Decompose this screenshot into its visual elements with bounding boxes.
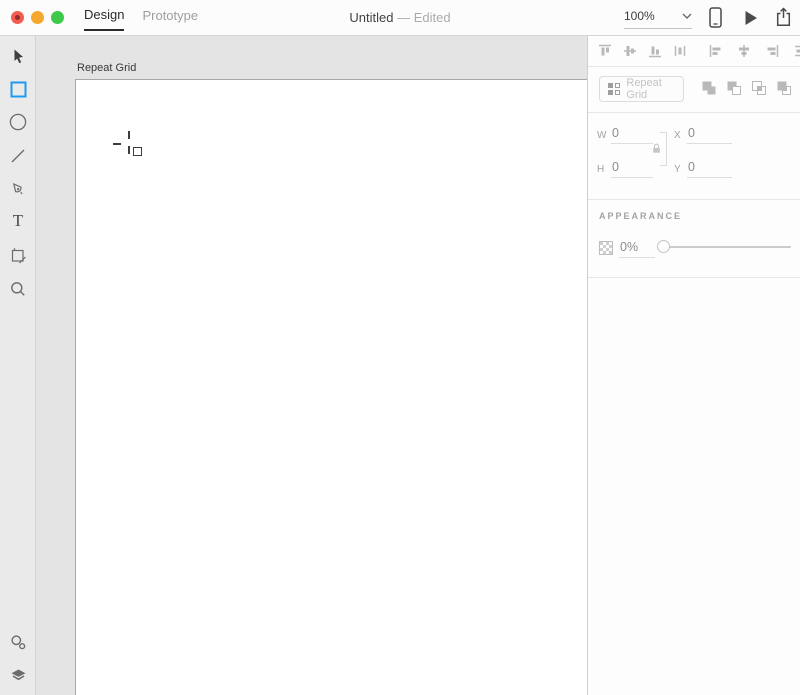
appearance-header: APPEARANCE xyxy=(599,211,683,221)
align-middle-button[interactable] xyxy=(623,44,637,58)
assets-button[interactable] xyxy=(9,633,27,651)
ellipse-tool-button[interactable] xyxy=(9,113,27,131)
ellipse-tool-icon xyxy=(9,113,27,131)
alignment-section xyxy=(588,36,800,67)
x-input[interactable] xyxy=(687,126,732,144)
assets-icon xyxy=(11,635,26,650)
property-inspector: Repeat Grid W 0 X 0 H 0 Y 0 APPEARANCE 0… xyxy=(587,36,800,695)
align-center-button[interactable] xyxy=(737,44,751,58)
repeat-grid-button-label: Repeat Grid xyxy=(626,77,662,101)
boolean-add-button[interactable] xyxy=(701,80,717,96)
repeat-grid-icon xyxy=(608,83,620,95)
line-tool-button[interactable] xyxy=(9,147,27,165)
traffic-lights xyxy=(11,11,64,24)
aspect-lock-toggle[interactable] xyxy=(651,143,662,154)
width-label: W xyxy=(597,130,607,141)
tool-rail: T xyxy=(0,36,36,695)
appearance-section: APPEARANCE xyxy=(588,200,800,278)
align-bottom-icon xyxy=(649,46,661,58)
opacity-input[interactable] xyxy=(619,240,655,258)
opacity-checker-icon xyxy=(599,241,613,255)
transform-section: W X H Y xyxy=(588,113,800,200)
share-button[interactable] xyxy=(776,7,791,27)
layers-icon xyxy=(11,669,25,680)
text-tool-icon: T xyxy=(12,211,24,230)
title-bar: Design Prototype Untitled — Edited 100% xyxy=(0,0,800,36)
width-input[interactable] xyxy=(611,126,653,144)
boolean-ops-group xyxy=(701,80,792,96)
distribute-horizontal-button[interactable] xyxy=(673,44,687,58)
tab-prototype[interactable]: Prototype xyxy=(142,0,198,31)
boolean-subtract-icon xyxy=(727,81,741,95)
boolean-intersect-icon xyxy=(752,81,766,95)
align-right-button[interactable] xyxy=(765,44,779,58)
boolean-intersect-button[interactable] xyxy=(751,80,767,96)
device-preview-icon xyxy=(709,7,722,28)
rectangle-tool-icon xyxy=(10,81,26,97)
zoom-tool-button[interactable] xyxy=(9,280,27,298)
zoom-level: 100% xyxy=(624,9,655,23)
distribute-vertical-icon xyxy=(795,45,800,57)
play-button[interactable] xyxy=(744,10,758,26)
align-middle-icon xyxy=(624,46,636,56)
artboard[interactable] xyxy=(75,79,587,695)
line-tool-icon xyxy=(11,149,25,163)
distribute-horizontal-icon xyxy=(674,46,686,56)
pen-tool-icon xyxy=(12,182,23,195)
repeat-grid-section: Repeat Grid xyxy=(588,67,800,113)
document-name: Untitled xyxy=(349,10,394,25)
y-input[interactable] xyxy=(687,160,732,178)
distribute-vertical-button[interactable] xyxy=(793,44,800,58)
align-left-icon xyxy=(709,45,721,57)
select-tool-button[interactable] xyxy=(9,47,27,65)
zoom-tool-icon xyxy=(11,282,25,296)
fullscreen-button[interactable] xyxy=(51,11,64,24)
zoom-dropdown[interactable]: 100% xyxy=(624,9,692,29)
layers-button[interactable] xyxy=(9,666,27,684)
device-preview-button[interactable] xyxy=(709,7,722,28)
artboard-tool-button[interactable] xyxy=(9,246,27,264)
align-top-button[interactable] xyxy=(598,44,612,58)
opacity-slider-track[interactable] xyxy=(664,246,791,248)
share-icon xyxy=(776,7,791,27)
x-label: X xyxy=(674,130,681,141)
pen-tool-button[interactable] xyxy=(9,180,27,198)
boolean-subtract-button[interactable] xyxy=(726,80,742,96)
boolean-add-icon xyxy=(702,81,716,95)
opacity-slider-handle[interactable] xyxy=(657,240,670,253)
rectangle-tool-button[interactable] xyxy=(9,80,27,98)
boolean-exclude-icon xyxy=(777,81,791,95)
align-left-button[interactable] xyxy=(709,44,723,58)
minimize-button[interactable] xyxy=(31,11,44,24)
align-bottom-button[interactable] xyxy=(648,44,662,58)
artboard-label[interactable]: Repeat Grid xyxy=(77,62,136,74)
height-input[interactable] xyxy=(611,160,653,178)
close-button[interactable] xyxy=(11,11,24,24)
select-tool-icon xyxy=(14,49,23,64)
horizontal-align-group xyxy=(698,44,800,58)
mode-tabs: Design Prototype xyxy=(84,0,198,35)
canvas[interactable]: Repeat Grid xyxy=(37,36,587,695)
chevron-down-icon xyxy=(682,13,692,19)
vertical-align-group xyxy=(588,44,687,58)
artboard-tool-icon xyxy=(11,247,26,263)
lock-icon xyxy=(653,143,660,153)
y-label: Y xyxy=(674,164,681,175)
align-center-icon xyxy=(739,45,749,57)
text-tool-button[interactable]: T xyxy=(9,211,27,230)
tab-design[interactable]: Design xyxy=(84,0,125,31)
height-label: H xyxy=(597,164,605,175)
repeat-grid-button[interactable]: Repeat Grid xyxy=(599,76,684,102)
align-top-icon xyxy=(599,44,611,56)
align-right-icon xyxy=(767,45,779,57)
play-icon xyxy=(745,11,757,25)
boolean-exclude-button[interactable] xyxy=(776,80,792,96)
